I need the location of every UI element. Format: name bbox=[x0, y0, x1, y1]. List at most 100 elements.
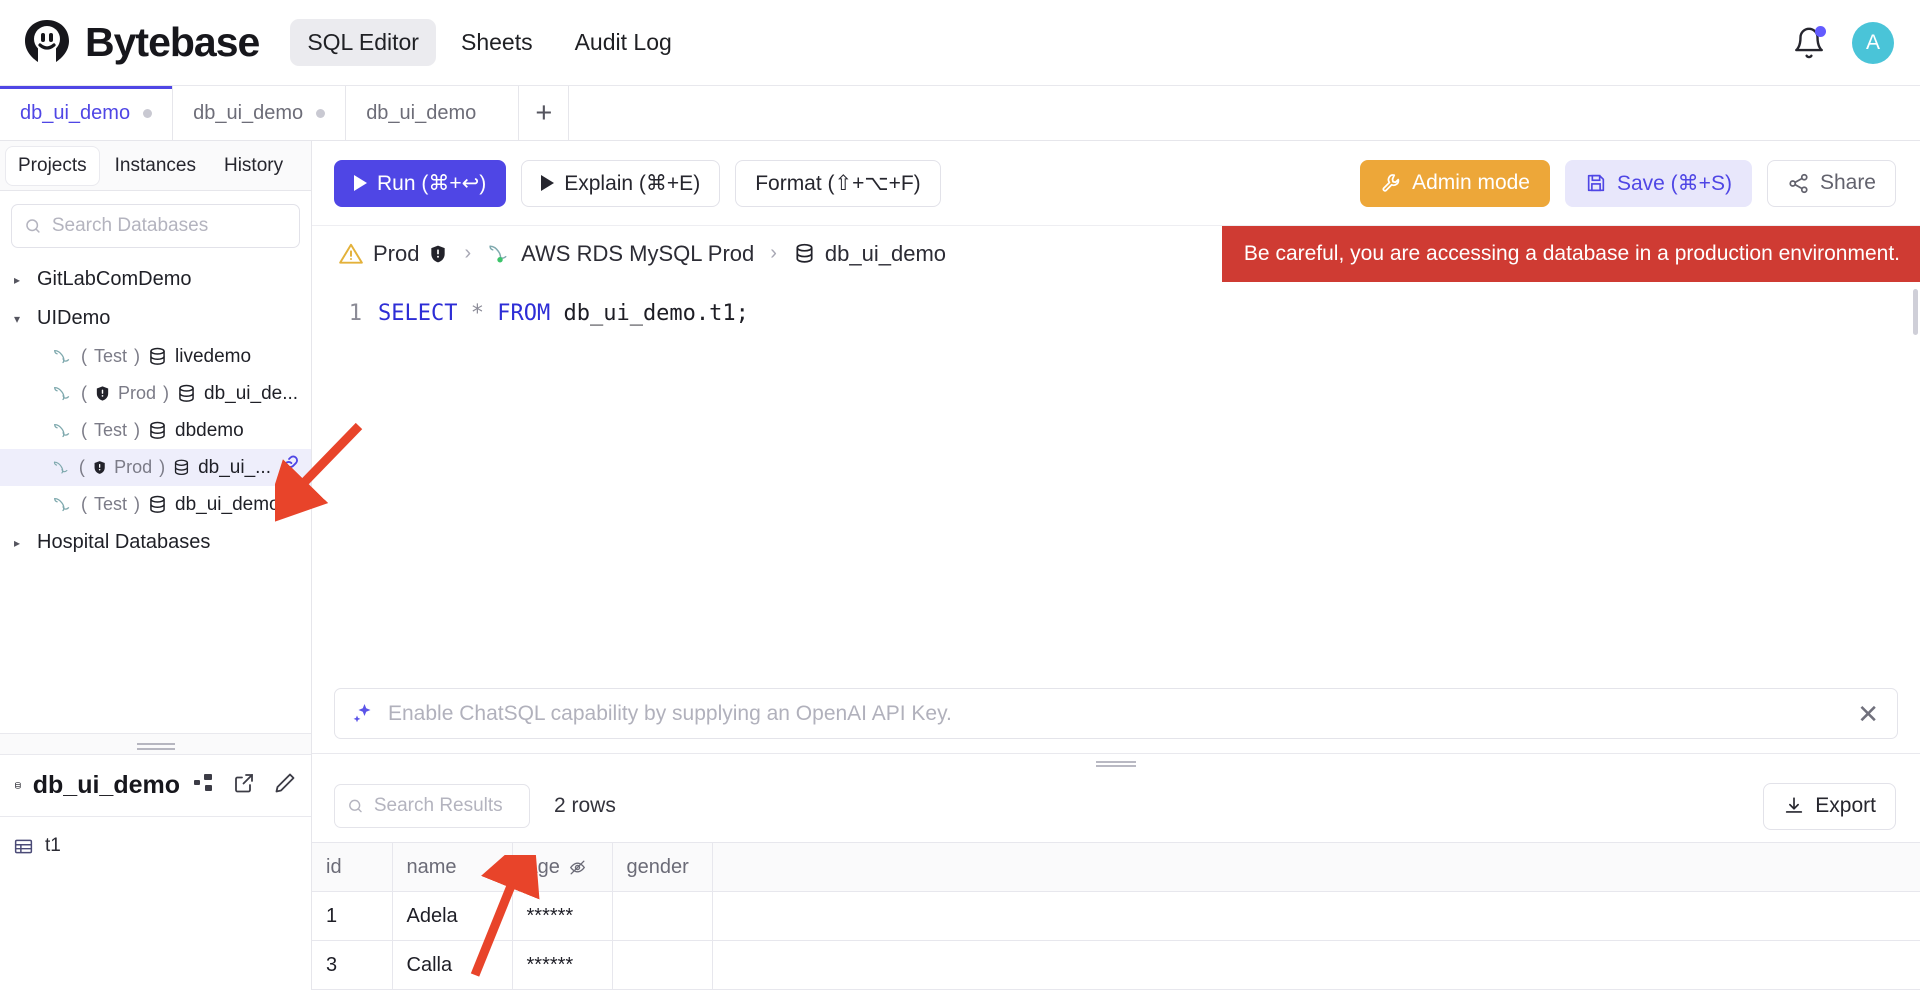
tree-item-db-ui-demo-prod-1[interactable]: ( Prod ) db_ui_de... bbox=[0, 375, 311, 412]
tree-group-gitlabcomdemo[interactable]: ▸ GitLabComDemo bbox=[0, 260, 311, 299]
column-header-inner: gender bbox=[627, 856, 698, 879]
sidebar-tab-history[interactable]: History bbox=[212, 147, 295, 185]
sheet-tab-dirty-dot bbox=[316, 109, 325, 118]
table-row[interactable]: 1 Adela ****** bbox=[312, 892, 1920, 941]
edit-schema-button[interactable] bbox=[273, 771, 297, 800]
brand-logo-area[interactable]: Bytebase bbox=[22, 18, 259, 68]
sql-table-reference: db_ui_demo.t1; bbox=[563, 301, 748, 326]
nav-item-audit-log[interactable]: Audit Log bbox=[558, 19, 689, 66]
sql-code-editor[interactable]: 1 SELECT * FROM db_ui_demo.t1; bbox=[312, 281, 1920, 678]
admin-mode-button[interactable]: Admin mode bbox=[1360, 160, 1550, 207]
tree-group-uidemo[interactable]: ▾ UIDemo bbox=[0, 299, 311, 338]
cell-gender[interactable] bbox=[612, 941, 712, 990]
database-name: livedemo bbox=[175, 346, 251, 368]
env-label: Prod bbox=[114, 457, 152, 478]
tree-group-label: GitLabComDemo bbox=[37, 268, 192, 291]
schema-diagram-button[interactable] bbox=[191, 771, 215, 800]
cell-age-masked[interactable]: ****** bbox=[512, 892, 612, 941]
column-label: name bbox=[407, 856, 457, 879]
column-header-gender[interactable]: gender bbox=[612, 843, 712, 892]
chatsql-placeholder-text: Enable ChatSQL capability by supplying a… bbox=[388, 702, 952, 726]
left-sidebar: Projects Instances History ▸ GitLabComDe… bbox=[0, 141, 312, 990]
sidebar-tab-instances[interactable]: Instances bbox=[103, 147, 208, 185]
cell-name[interactable]: Adela bbox=[392, 892, 512, 941]
mysql-dolphin-icon bbox=[52, 346, 74, 368]
column-header-name[interactable]: name bbox=[392, 843, 512, 892]
cell-name[interactable]: Calla bbox=[392, 941, 512, 990]
column-header-age[interactable]: age bbox=[512, 843, 612, 892]
export-button[interactable]: Export bbox=[1763, 783, 1896, 830]
breadcrumb-separator: › bbox=[464, 242, 471, 265]
breadcrumb-instance[interactable]: AWS RDS MySQL Prod bbox=[487, 241, 754, 267]
top-right-actions: A bbox=[1792, 22, 1894, 64]
chatsql-close-button[interactable]: ✕ bbox=[1857, 701, 1879, 727]
row-count-label: 2 rows bbox=[554, 794, 616, 818]
sidebar-tab-projects[interactable]: Projects bbox=[6, 147, 99, 185]
connected-link-button[interactable] bbox=[278, 453, 301, 482]
column-header-id[interactable]: id bbox=[312, 843, 392, 892]
tree-item-dbdemo[interactable]: ( Test ) dbdemo bbox=[0, 412, 311, 449]
connection-breadcrumb: Prod › AWS RDS MySQL Prod bbox=[312, 225, 1920, 281]
resizer-grip-icon bbox=[137, 743, 175, 745]
chatsql-input-bar[interactable]: Enable ChatSQL capability by supplying a… bbox=[334, 688, 1898, 739]
new-tab-button[interactable]: + bbox=[519, 86, 569, 140]
breadcrumb-environment[interactable]: Prod bbox=[338, 241, 448, 267]
schema-panel-actions bbox=[191, 771, 297, 800]
sheet-tab-0[interactable]: db_ui_demo bbox=[0, 86, 173, 140]
sql-editor-app: Bytebase SQL Editor Sheets Audit Log A d… bbox=[0, 0, 1920, 990]
results-panel-resizer[interactable] bbox=[312, 753, 1920, 770]
tree-item-db-ui-demo-prod-selected[interactable]: ( Prod ) db_ui_... bbox=[0, 449, 311, 486]
nav-item-sheets[interactable]: Sheets bbox=[444, 19, 550, 66]
breadcrumb-database[interactable]: db_ui_demo bbox=[793, 241, 946, 267]
search-results-input[interactable] bbox=[374, 795, 517, 817]
eye-slash-icon bbox=[568, 858, 587, 877]
schema-table-label: t1 bbox=[45, 835, 61, 857]
top-header-bar: Bytebase SQL Editor Sheets Audit Log A bbox=[0, 0, 1920, 86]
chevron-right-icon: ▸ bbox=[14, 274, 26, 286]
download-icon bbox=[1783, 795, 1805, 817]
database-name: db_ui_... bbox=[198, 457, 271, 479]
cell-id[interactable]: 3 bbox=[312, 941, 392, 990]
sidebar-vertical-resizer[interactable] bbox=[0, 733, 311, 755]
tree-group-label: Hospital Databases bbox=[37, 531, 210, 554]
env-paren-open: ( bbox=[81, 383, 87, 404]
sheet-tab-label: db_ui_demo bbox=[193, 102, 303, 125]
wrench-icon bbox=[1380, 172, 1402, 194]
sql-keyword-from: FROM bbox=[497, 301, 550, 326]
save-button[interactable]: Save (⌘+S) bbox=[1565, 160, 1752, 207]
warning-triangle-icon bbox=[338, 241, 364, 267]
cell-age-masked[interactable]: ****** bbox=[512, 941, 612, 990]
tree-item-livedemo[interactable]: ( Test ) livedemo bbox=[0, 338, 311, 375]
run-button[interactable]: Run (⌘+↩) bbox=[334, 160, 506, 207]
database-search-box[interactable] bbox=[11, 204, 300, 248]
sheet-tab-1[interactable]: db_ui_demo bbox=[173, 86, 346, 140]
notification-bell-button[interactable] bbox=[1792, 25, 1826, 61]
cell-gender[interactable] bbox=[612, 892, 712, 941]
sheet-tab-2[interactable]: db_ui_demo bbox=[346, 86, 519, 140]
table-row[interactable]: 3 Calla ****** bbox=[312, 941, 1920, 990]
production-warning-text: Be careful, you are accessing a database… bbox=[1244, 242, 1900, 266]
search-databases-input[interactable] bbox=[52, 215, 287, 237]
chatsql-container: Enable ChatSQL capability by supplying a… bbox=[312, 678, 1920, 753]
sheet-tab-dirty-dot bbox=[143, 109, 152, 118]
database-icon bbox=[172, 457, 191, 478]
nav-item-sql-editor[interactable]: SQL Editor bbox=[290, 19, 436, 66]
editor-toolbar: Run (⌘+↩) Explain (⌘+E) Format (⇧+⌥+F) A… bbox=[312, 141, 1920, 225]
floppy-disk-icon bbox=[1585, 172, 1607, 194]
user-avatar[interactable]: A bbox=[1852, 22, 1894, 64]
tree-item-db-ui-demo-test[interactable]: ( Test ) db_ui_demo bbox=[0, 486, 311, 523]
export-button-label: Export bbox=[1815, 794, 1876, 818]
results-toolbar: 2 rows Export bbox=[312, 770, 1920, 842]
tree-group-hospital-databases[interactable]: ▸ Hospital Databases bbox=[0, 523, 311, 562]
cell-id[interactable]: 1 bbox=[312, 892, 392, 941]
results-search-box[interactable] bbox=[334, 784, 530, 828]
format-button[interactable]: Format (⇧+⌥+F) bbox=[735, 160, 940, 207]
explain-button[interactable]: Explain (⌘+E) bbox=[521, 160, 720, 207]
editor-scrollbar[interactable] bbox=[1913, 289, 1918, 335]
query-results-panel: 2 rows Export id bbox=[312, 770, 1920, 990]
open-external-button[interactable] bbox=[232, 771, 256, 800]
column-header-inner: id bbox=[326, 856, 378, 879]
schema-table-t1[interactable]: t1 bbox=[0, 828, 311, 864]
column-header-inner: name bbox=[407, 856, 498, 879]
share-button[interactable]: Share bbox=[1767, 160, 1896, 207]
